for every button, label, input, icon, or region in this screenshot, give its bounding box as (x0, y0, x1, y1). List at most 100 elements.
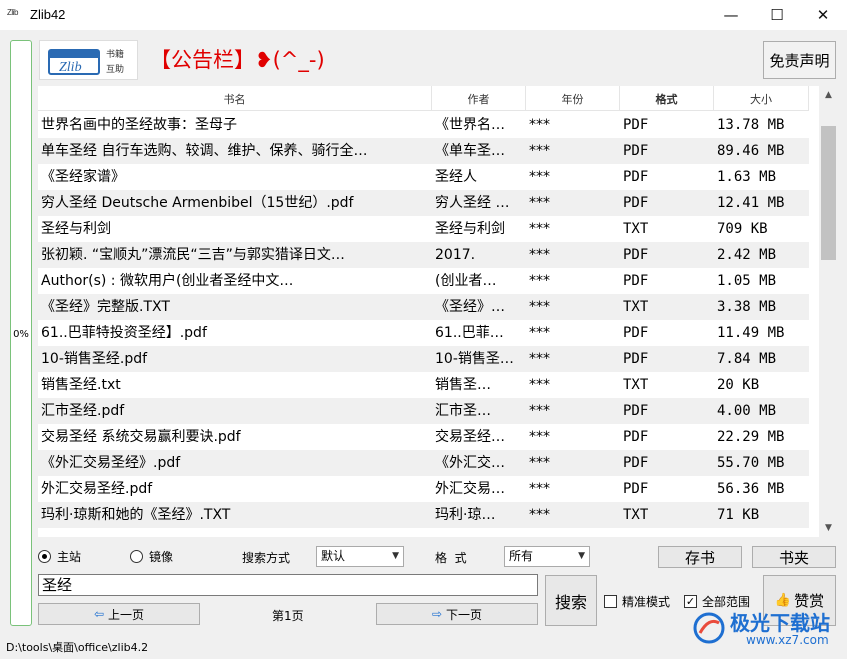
cell-size: 1.05 MB (717, 273, 777, 289)
table-row[interactable]: 圣经与利剑 圣经与利剑 *** TXT 709 KB (38, 216, 809, 242)
table-row[interactable]: 外汇交易圣经.pdf 外汇交易… *** PDF 56.36 MB (38, 476, 809, 502)
table-row[interactable]: 单车圣经 自行车选购、较调、维护、保养、骑行全… 《单车圣… *** PDF 89.46… (38, 138, 809, 164)
table-row[interactable]: 世界名画中的圣经故事：圣母子 《世界名… *** PDF 13.78 MB (38, 112, 809, 138)
next-page-button[interactable]: ⇨ 下一页 (376, 603, 538, 625)
cell-title: 单车圣经 自行车选购、较调、维护、保养、骑行全… (41, 143, 368, 159)
cell-title: 《外汇交易圣经》.pdf (41, 455, 181, 471)
cell-author: 交易圣经… (435, 429, 505, 445)
vertical-scrollbar[interactable]: ▲ ▼ (819, 86, 838, 537)
exact-mode-checkbox[interactable]: 精准模式 (604, 593, 670, 610)
cell-size: 7.84 MB (717, 351, 777, 367)
cell-author: 61..巴菲… (435, 325, 504, 341)
cell-year: *** (529, 143, 550, 159)
cell-format: PDF (623, 117, 649, 133)
cell-author: 10-销售圣… (435, 351, 514, 367)
next-page-label: 下一页 (446, 607, 483, 622)
table-header: 书名 作者 年份 格式 大小 (38, 86, 809, 111)
logo-caption-1: 书籍 (106, 50, 125, 60)
scroll-down-icon[interactable]: ▼ (819, 519, 838, 537)
cell-format: PDF (623, 455, 649, 471)
cell-title: 外汇交易圣经.pdf (41, 481, 153, 497)
arrow-right-icon: ⇨ (431, 607, 443, 621)
search-button[interactable]: 搜索 (545, 575, 597, 626)
chevron-down-icon: ▼ (392, 551, 399, 561)
scroll-up-icon[interactable]: ▲ (819, 86, 838, 104)
search-input[interactable]: 圣经 (38, 574, 538, 596)
table-row[interactable]: 《外汇交易圣经》.pdf 《外汇交… *** PDF 55.70 MB (38, 450, 809, 476)
zlib-logo: Zlib 书籍 互助 (39, 40, 138, 80)
header-year[interactable]: 年份 (526, 86, 620, 111)
radio-mirror-indicator (130, 550, 143, 563)
radio-mirror[interactable]: 镜像 (130, 548, 173, 565)
main-window: 0% Zlib 书籍 互助 【公告栏】❥(^_-) 免责声明 书名 作者 年份 … (0, 31, 847, 659)
search-mode-select[interactable]: 默认 ▼ (316, 546, 404, 567)
cell-size: 89.46 MB (717, 143, 785, 159)
header-title[interactable]: 书名 (38, 86, 432, 111)
format-select[interactable]: 所有 ▼ (504, 546, 590, 567)
cell-format: PDF (623, 403, 649, 419)
cell-title: 61..巴菲特投资圣经】.pdf (41, 325, 207, 341)
cell-author: 《世界名… (435, 117, 505, 133)
cell-size: 2.42 MB (717, 247, 777, 263)
scrollbar-thumb[interactable] (821, 126, 836, 260)
cell-author: 2017. (435, 247, 476, 263)
header-size[interactable]: 大小 (714, 86, 809, 111)
cell-size: 55.70 MB (717, 455, 785, 471)
cell-size: 71 KB (717, 507, 760, 523)
cell-title: Author(s) : 微软用户(创业者圣经中文… (41, 273, 294, 289)
chevron-down-icon: ▼ (578, 551, 585, 561)
watermark-text: 极光下载站 (730, 611, 830, 635)
table-row[interactable]: 玛利·琼斯和她的《圣经》.TXT 玛利·琼… *** TXT 71 KB (38, 502, 809, 528)
close-button[interactable]: ✕ (800, 0, 846, 30)
table-row[interactable]: 汇市圣经.pdf 汇市圣… *** PDF 4.00 MB (38, 398, 809, 424)
table-row[interactable]: 《圣经家谱》 圣经人 *** PDF 1.63 MB (38, 164, 809, 190)
disclaimer-button[interactable]: 免责声明 (763, 41, 836, 79)
cell-format: PDF (623, 325, 649, 341)
table-row[interactable]: 61..巴菲特投资圣经】.pdf 61..巴菲… *** PDF 11.49 MB (38, 320, 809, 346)
cell-title: 交易圣经 系统交易赢利要诀.pdf (41, 429, 241, 445)
minimize-button[interactable]: — (708, 0, 754, 30)
table-row[interactable]: Author(s) : 微软用户(创业者圣经中文… (创业者… *** PDF 1.05… (38, 268, 809, 294)
bookshelf-button[interactable]: 书夹 (752, 546, 836, 568)
cell-format: TXT (623, 507, 649, 523)
save-books-button[interactable]: 存书 (658, 546, 742, 568)
cell-size: 22.29 MB (717, 429, 785, 445)
radio-mirror-label: 镜像 (149, 550, 174, 564)
window-title: Zlib42 (30, 7, 66, 22)
close-icon: ✕ (816, 6, 830, 24)
prev-page-button[interactable]: ⇦ 上一页 (38, 603, 200, 625)
title-bar: Zlib Zlib42 — ☐ ✕ (0, 0, 847, 31)
cell-author: 销售圣… (435, 377, 491, 393)
format-value: 所有 (509, 549, 534, 563)
download-progress-bar: 0% (10, 40, 32, 626)
maximize-button[interactable]: ☐ (754, 0, 800, 30)
table-row[interactable]: 《圣经》完整版.TXT 《圣经》… *** TXT 3.38 MB (38, 294, 809, 320)
cell-year: *** (529, 325, 550, 341)
cell-title: 张初颖. “宝顺丸”漂流民“三吉”与郭实猎译日文… (41, 247, 345, 263)
radio-main-site[interactable]: 主站 (38, 548, 81, 565)
header-format[interactable]: 格式 (620, 86, 714, 111)
header-author[interactable]: 作者 (432, 86, 526, 111)
cell-size: 709 KB (717, 221, 768, 237)
cell-title: 《圣经家谱》 (41, 169, 125, 185)
cell-size: 4.00 MB (717, 403, 777, 419)
minimize-icon: — (723, 6, 739, 24)
radio-main-site-label: 主站 (57, 550, 82, 564)
table-row[interactable]: 交易圣经 系统交易赢利要诀.pdf 交易圣经… *** PDF 22.29 MB (38, 424, 809, 450)
table-row[interactable]: 10-销售圣经.pdf 10-销售圣… *** PDF 7.84 MB (38, 346, 809, 372)
cell-size: 20 KB (717, 377, 760, 393)
cell-format: PDF (623, 143, 649, 159)
table-row[interactable]: 销售圣经.txt 销售圣… *** TXT 20 KB (38, 372, 809, 398)
table-row[interactable]: 穷人圣经 Deutsche Armenbibel（15世纪）.pdf 穷人圣经 …… (38, 190, 809, 216)
table-row[interactable]: 张初颖. “宝顺丸”漂流民“三吉”与郭实猎译日文… 2017. *** PDF 2.42… (38, 242, 809, 268)
results-table[interactable]: 书名 作者 年份 格式 大小 世界名画中的圣经故事：圣母子 《世界名… *** PDF… (38, 86, 838, 537)
page-indicator: 第1页 (272, 609, 304, 623)
logo-text: Zlib (59, 60, 82, 75)
cell-year: *** (529, 221, 550, 237)
cell-title: 世界名画中的圣经故事：圣母子 (41, 117, 237, 133)
cell-title: 10-销售圣经.pdf (41, 351, 148, 367)
cell-author: 外汇交易… (435, 481, 505, 497)
site-watermark: 极光下载站 www.xz7.com (688, 603, 840, 653)
prev-page-label: 上一页 (108, 607, 145, 622)
table-body: 世界名画中的圣经故事：圣母子 《世界名… *** PDF 13.78 MB 单车圣经 自行… (38, 112, 809, 528)
